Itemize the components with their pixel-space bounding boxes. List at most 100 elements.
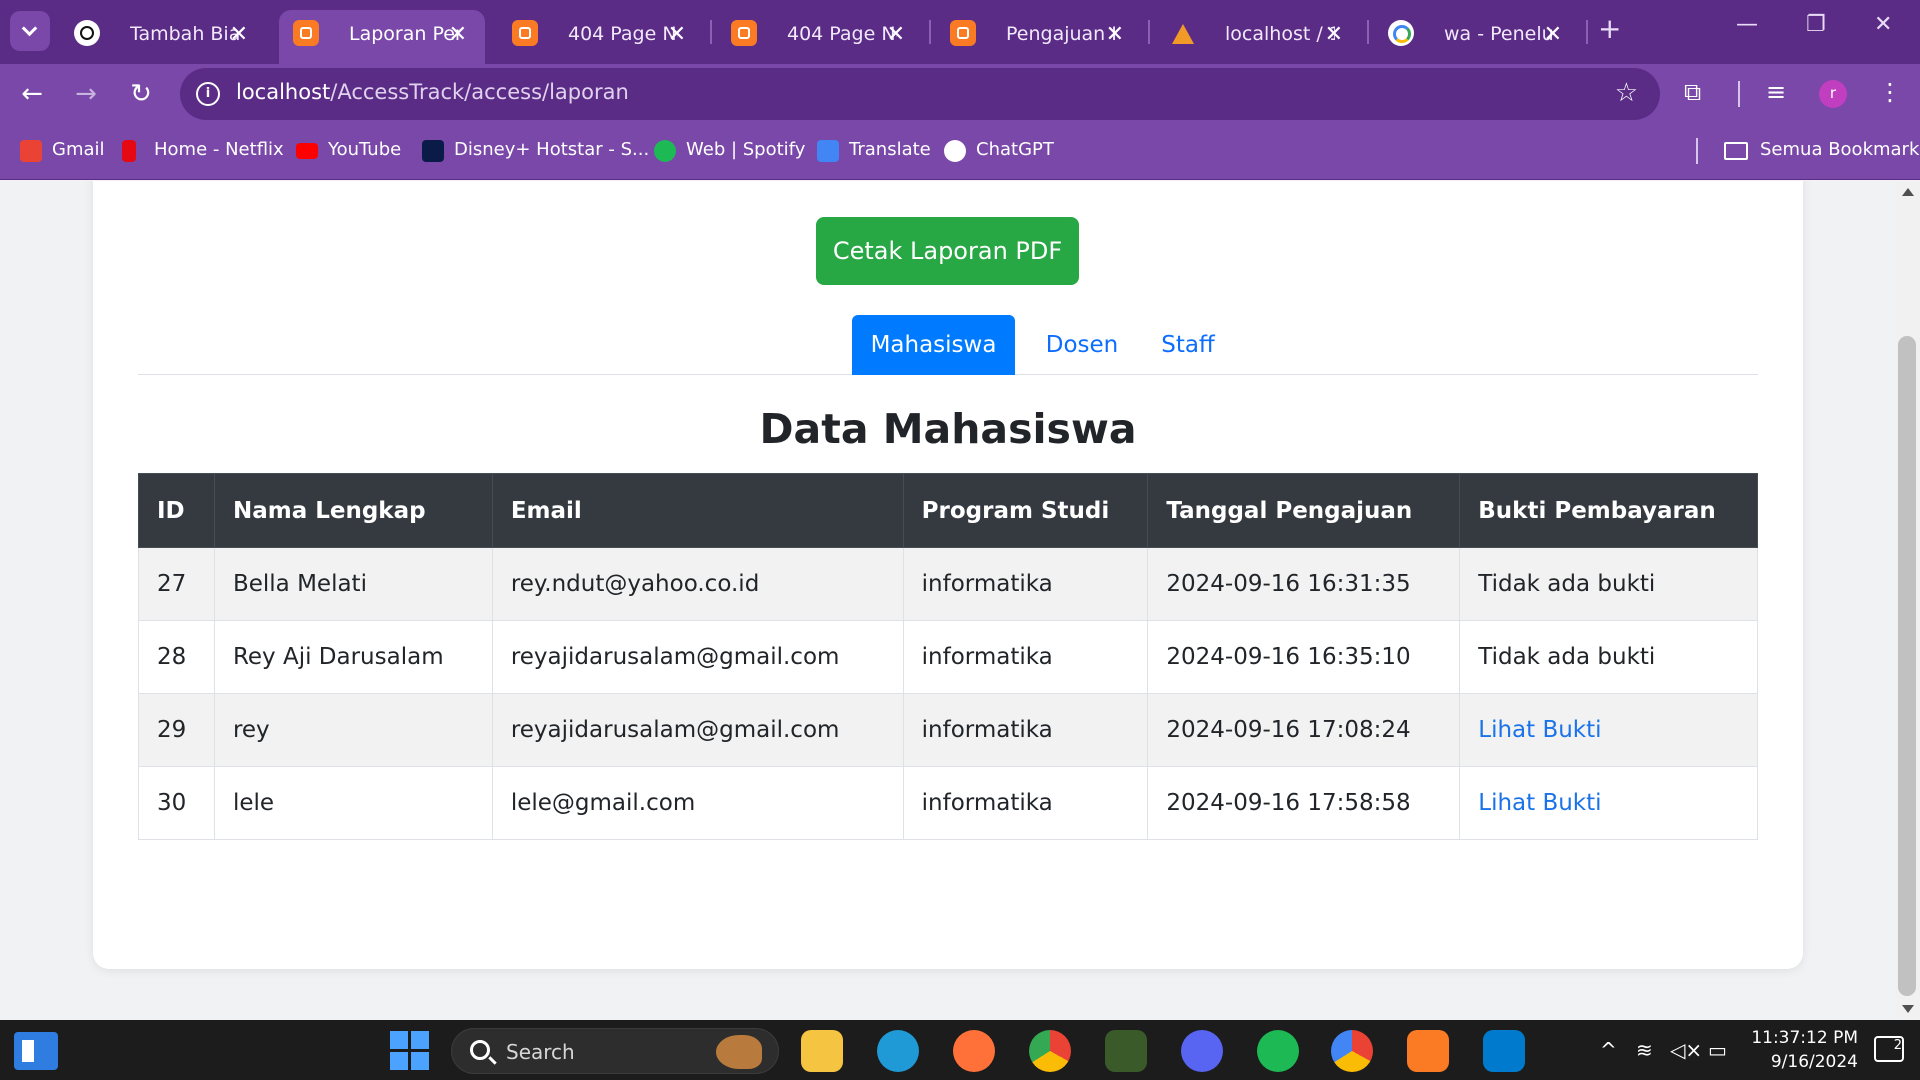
browser-tab-7[interactable]: wa - Penelusu ✕ xyxy=(1374,10,1580,58)
chrome-icon[interactable] xyxy=(1029,1030,1071,1072)
tab-title: wa - Penelusu xyxy=(1444,23,1554,45)
edge-icon[interactable] xyxy=(877,1030,919,1072)
header-email: Email xyxy=(491,473,904,548)
menu-icon[interactable]: ⋮ xyxy=(1878,78,1902,106)
hotstar-icon xyxy=(422,140,444,162)
battery-icon[interactable]: ▭ xyxy=(1708,1038,1727,1062)
bookmark-netflix[interactable]: Home - Netflix xyxy=(122,138,284,162)
scroll-up-arrow-icon[interactable] xyxy=(1902,188,1914,196)
xampp-icon xyxy=(731,20,757,46)
tab-separator xyxy=(1367,20,1369,44)
notification-center-icon[interactable]: 2 xyxy=(1874,1036,1904,1062)
close-icon[interactable]: ✕ xyxy=(668,13,686,57)
taskbar-search[interactable]: Search xyxy=(451,1028,779,1074)
tab-mahasiswa[interactable]: Mahasiswa xyxy=(852,315,1015,375)
browser-tab-1[interactable]: Tambah Biaya ✕ xyxy=(60,10,266,58)
category-tabs: Mahasiswa Dosen Staff xyxy=(138,315,1758,375)
file-explorer-icon[interactable] xyxy=(801,1030,843,1072)
cell-id: 28 xyxy=(138,620,215,694)
bookmark-star-icon[interactable]: ☆ xyxy=(1615,78,1638,108)
browser-tab-3[interactable]: 404 Page Not ✕ xyxy=(498,10,704,58)
student-table: ID Nama Lengkap Email Program Studi Tang… xyxy=(138,473,1758,840)
table-row: 27 Bella Melati rey.ndut@yahoo.co.id inf… xyxy=(138,547,1758,621)
url-path: /AccessTrack/access/laporan xyxy=(330,80,629,104)
bookmark-chatgpt[interactable]: ChatGPT xyxy=(944,138,1054,162)
tab-separator xyxy=(929,20,931,44)
browser-tab-2[interactable]: Laporan Peng ✕ xyxy=(279,10,485,64)
snipping-tool-icon[interactable] xyxy=(1105,1030,1147,1072)
address-bar[interactable]: i localhost/AccessTrack/access/laporan ☆ xyxy=(180,68,1660,120)
cell-program: informatika xyxy=(902,547,1149,621)
tab-title: localhost / 12 xyxy=(1225,23,1335,45)
table-row: 28 Rey Aji Darusalam reyajidarusalam@gma… xyxy=(138,620,1758,694)
profile-avatar[interactable]: r xyxy=(1819,80,1847,108)
bookmark-label: YouTube xyxy=(328,139,402,160)
cell-id: 29 xyxy=(138,693,215,767)
bookmark-spotify[interactable]: Web | Spotify xyxy=(654,138,805,162)
browser-tab-4[interactable]: 404 Page Not ✕ xyxy=(717,10,923,58)
close-icon[interactable]: ✕ xyxy=(1106,13,1124,57)
close-icon[interactable]: ✕ xyxy=(887,13,905,57)
extensions-icon[interactable]: ⧉ xyxy=(1684,78,1701,106)
tab-title: Tambah Biaya xyxy=(130,23,240,45)
table-header-row: ID Nama Lengkap Email Program Studi Tang… xyxy=(138,473,1758,548)
bookmark-translate[interactable]: Translate xyxy=(817,138,931,162)
tab-title: 404 Page Not xyxy=(568,23,678,45)
tab-separator xyxy=(710,20,712,44)
phpmyadmin-icon xyxy=(1169,20,1195,46)
scroll-down-arrow-icon[interactable] xyxy=(1902,1005,1914,1013)
cell-email: reyajidarusalam@gmail.com xyxy=(491,693,904,767)
header-date: Tanggal Pengajuan xyxy=(1147,473,1461,548)
clock-date: 9/16/2024 xyxy=(1770,1052,1858,1072)
forward-button[interactable]: → xyxy=(68,76,104,112)
discord-icon[interactable] xyxy=(1181,1030,1223,1072)
bookmark-gmail[interactable]: Gmail xyxy=(20,138,105,162)
wifi-icon[interactable]: ≋ xyxy=(1636,1038,1653,1062)
reload-button[interactable]: ↻ xyxy=(123,76,159,112)
view-proof-link[interactable]: Lihat Bukti xyxy=(1478,790,1601,816)
spotify-icon[interactable] xyxy=(1257,1030,1299,1072)
close-icon[interactable]: ✕ xyxy=(1325,13,1343,57)
close-icon[interactable]: ✕ xyxy=(1544,13,1562,57)
browser-toolbar: ← → ↻ i localhost/AccessTrack/access/lap… xyxy=(0,64,1920,124)
site-info-icon[interactable]: i xyxy=(196,82,220,106)
all-bookmarks-folder[interactable]: Semua Bookmark xyxy=(1724,138,1919,162)
vscode-icon[interactable] xyxy=(1483,1030,1525,1072)
close-icon[interactable]: ✕ xyxy=(230,13,248,57)
volume-muted-icon[interactable]: ◁× xyxy=(1670,1038,1702,1062)
bookmark-youtube[interactable]: YouTube xyxy=(296,138,401,162)
back-button[interactable]: ← xyxy=(14,76,50,112)
restore-button[interactable]: ❐ xyxy=(1806,12,1826,37)
cell-proof: Lihat Bukti xyxy=(1459,766,1758,840)
tab-search-button[interactable] xyxy=(10,11,50,51)
browser-tab-strip: Tambah Biaya ✕ Laporan Peng ✕ 404 Page N… xyxy=(0,0,1920,64)
browser-tab-6[interactable]: localhost / 12 ✕ xyxy=(1155,10,1361,58)
netflix-icon xyxy=(122,140,136,162)
minimize-button[interactable]: — xyxy=(1736,12,1758,37)
new-tab-button[interactable]: + xyxy=(1598,12,1621,45)
view-proof-link[interactable]: Lihat Bukti xyxy=(1478,717,1601,743)
tab-dosen[interactable]: Dosen xyxy=(1027,315,1137,375)
window-close-button[interactable]: ✕ xyxy=(1874,12,1892,37)
close-icon[interactable]: ✕ xyxy=(449,13,467,57)
firefox-icon[interactable] xyxy=(953,1030,995,1072)
cell-program: informatika xyxy=(902,693,1149,767)
media-controls-icon[interactable]: ≡ xyxy=(1766,78,1786,106)
page-viewport: Cetak Laporan PDF Mahasiswa Dosen Staff … xyxy=(0,181,1896,1019)
spotify-icon xyxy=(654,140,676,162)
show-hidden-icons-icon[interactable]: ^ xyxy=(1600,1038,1617,1062)
tab-staff[interactable]: Staff xyxy=(1148,315,1228,375)
print-pdf-button[interactable]: Cetak Laporan PDF xyxy=(816,217,1079,285)
start-button[interactable] xyxy=(390,1031,430,1071)
cell-proof: Tidak ada bukti xyxy=(1459,620,1758,694)
widgets-icon[interactable] xyxy=(14,1032,58,1070)
system-clock[interactable]: 11:37:12 PM 9/16/2024 xyxy=(1748,1026,1858,1074)
bookmark-label: Home - Netflix xyxy=(154,139,284,160)
scrollbar-thumb[interactable] xyxy=(1898,336,1916,996)
browser-tab-5[interactable]: Pengajuan Ka ✕ xyxy=(936,10,1142,58)
url-text[interactable]: localhost/AccessTrack/access/laporan xyxy=(236,80,629,104)
chrome-profile-icon[interactable] xyxy=(1331,1030,1373,1072)
cell-program: informatika xyxy=(902,620,1149,694)
bookmark-hotstar[interactable]: Disney+ Hotstar - S... xyxy=(422,138,649,162)
xampp-icon[interactable] xyxy=(1407,1030,1449,1072)
